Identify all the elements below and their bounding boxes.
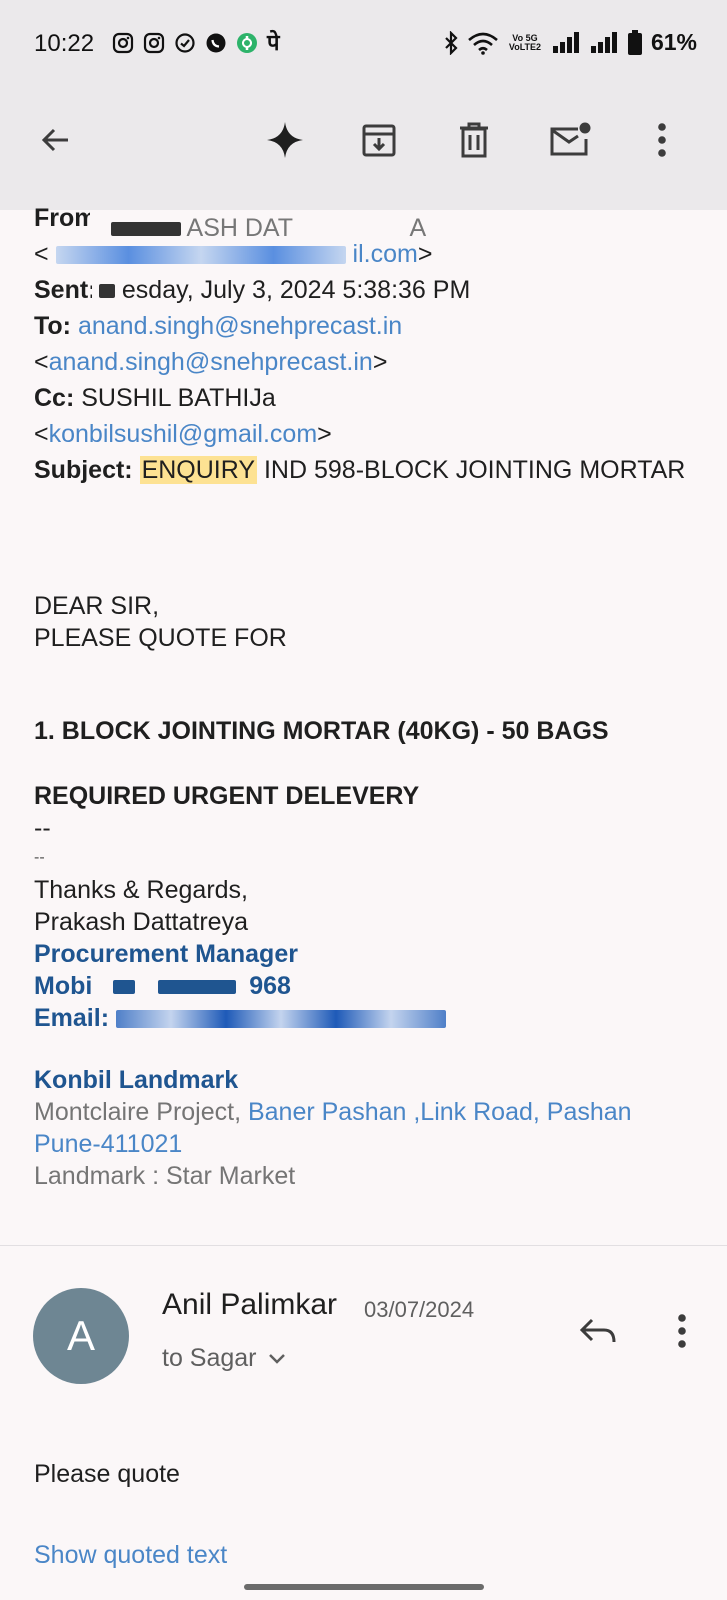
from-name-partial: ASH DAT <box>186 214 293 236</box>
cc-name: SUSHIL BATHIJa <box>81 384 276 412</box>
mobile-label: Mobi <box>34 972 93 1000</box>
signal-2-icon <box>590 31 617 53</box>
company-block: Konbil Landmark Montclaire Project, Bane… <box>34 1064 704 1192</box>
subject-highlight: ENQUIRY <box>139 456 258 484</box>
email-line: Email: <box>34 1002 704 1034</box>
email-label: Email: <box>34 1004 110 1032</box>
redacted-email <box>55 246 346 265</box>
gesture-nav-bar[interactable] <box>244 1584 484 1590</box>
from-email-line: < il.com> <box>34 240 433 268</box>
mark-unread-button[interactable] <box>548 118 592 162</box>
redacted-email <box>115 1010 446 1029</box>
redacted-block <box>110 222 181 236</box>
separator-2: -- <box>34 849 45 866</box>
from-name-end: A <box>409 214 427 236</box>
to-email-link[interactable]: anand.singh@snehprecast.in <box>49 348 373 376</box>
redacted-phone <box>113 980 136 995</box>
signature: Thanks & Regards, Prakash Dattatreya Pro… <box>34 874 704 1034</box>
from-email-end[interactable]: il.com <box>353 240 418 268</box>
to-name-link[interactable]: anand.singh@snehprecast.in <box>78 312 402 340</box>
chevron-down-icon <box>268 1353 285 1364</box>
sent-value: esday, July 3, 2024 5:38:36 PM <box>121 276 471 304</box>
instagram-icon <box>143 32 165 54</box>
request-line: PLEASE QUOTE FOR <box>34 624 287 652</box>
delete-button[interactable] <box>452 118 496 162</box>
company-name: Konbil Landmark <box>34 1066 239 1094</box>
mobile-line: Mobi 968 <box>34 970 704 1002</box>
cc-email-link[interactable]: konbilsushil@gmail.com <box>49 420 318 448</box>
to-label: To: <box>34 312 72 340</box>
from-line: From: ASH DAT A <box>34 200 704 236</box>
to-email-line: <anand.singh@snehprecast.in> <box>34 348 388 376</box>
avatar[interactable]: A <box>33 1288 129 1384</box>
redacted-block <box>98 284 115 299</box>
battery-percent: 61% <box>650 29 697 55</box>
more-vert-icon <box>658 123 666 157</box>
network-type: Vo 5G VoLTE2 <box>508 32 542 52</box>
status-right: Vo 5G VoLTE2 61% <box>443 29 697 56</box>
sender-name: Prakash Dattatreya <box>34 908 248 936</box>
delete-icon <box>460 122 488 158</box>
signal-1-icon <box>552 31 579 53</box>
recipient-toggle[interactable]: to Sagar <box>162 1344 287 1373</box>
address-project: Montclaire Project, <box>34 1098 248 1126</box>
gemini-button[interactable] <box>263 118 307 162</box>
sender-name[interactable]: Anil Palimkar <box>162 1288 337 1322</box>
subject-label: Subject: <box>34 456 133 484</box>
bluetooth-icon <box>445 30 458 55</box>
message-date: 03/07/2024 <box>364 1297 475 1322</box>
status-time: 10:22 <box>34 30 95 57</box>
cc-email-line: <konbilsushil@gmail.com> <box>34 420 332 448</box>
separator-1: -- <box>34 814 51 842</box>
more-options-button[interactable] <box>640 118 684 162</box>
instagram-icon <box>112 32 134 54</box>
whatsapp-icon <box>206 33 226 53</box>
mobile-end: 968 <box>249 972 291 1000</box>
reply-icon <box>579 1318 616 1343</box>
landmark: Landmark : Star Market <box>34 1162 296 1190</box>
back-arrow-icon <box>41 128 68 152</box>
email-toolbar <box>0 88 727 210</box>
regards: Thanks & Regards, <box>34 876 248 904</box>
sent-label: Sent: <box>34 276 92 304</box>
email-body: DEAR SIR, PLEASE QUOTE FOR <box>34 590 704 654</box>
back-button[interactable] <box>34 118 78 162</box>
message-more-button[interactable] <box>662 1308 702 1354</box>
sent-line: Sent: esday, July 3, 2024 5:38:36 PM <box>34 272 704 308</box>
battery-icon <box>627 29 642 55</box>
wifi-icon <box>468 32 498 55</box>
recipient-text: to Sagar <box>162 1344 257 1372</box>
subject-line: Subject: ENQUIRY IND 598-BLOCK JOINTING … <box>34 452 704 488</box>
app-icon <box>237 33 257 53</box>
sender-role: Procurement Manager <box>34 940 298 968</box>
subject-rest: IND 598-BLOCK JOINTING MORTAR <box>257 456 686 484</box>
email-header-block: From: ASH DAT A < il.com> Sent: esday, J… <box>34 200 704 488</box>
item-line: 1. BLOCK JOINTING MORTAR (40KG) - 50 BAG… <box>34 717 609 745</box>
check-circle-icon <box>175 33 195 53</box>
more-vert-icon <box>678 1314 686 1348</box>
address: Montclaire Project, Baner Pashan ,Link R… <box>34 1096 704 1160</box>
to-line: To: anand.singh@snehprecast.in <box>34 308 704 344</box>
redacted-phone <box>158 980 237 995</box>
urgent-line: REQUIRED URGENT DELEVERY <box>34 782 420 810</box>
archive-button[interactable] <box>357 118 401 162</box>
message-divider <box>0 1245 727 1246</box>
greeting: DEAR SIR, <box>34 592 160 620</box>
archive-icon <box>362 124 396 157</box>
reply-button[interactable] <box>575 1308 621 1354</box>
from-label: From: <box>34 204 90 232</box>
cc-label: Cc: <box>34 384 75 412</box>
reply-message-text: Please quote <box>34 1460 180 1488</box>
mark-unread-icon <box>550 122 591 156</box>
gemini-sparkle-icon <box>267 122 303 158</box>
status-bar: 10:22 पे Vo 5G VoLTE2 61% <box>0 0 727 88</box>
notification-icons: पे <box>112 32 280 54</box>
pe-icon: पे <box>267 30 280 55</box>
show-quoted-text-link[interactable]: Show quoted text <box>34 1541 227 1570</box>
cc-line: Cc: SUSHIL BATHIJa <box>34 380 704 416</box>
